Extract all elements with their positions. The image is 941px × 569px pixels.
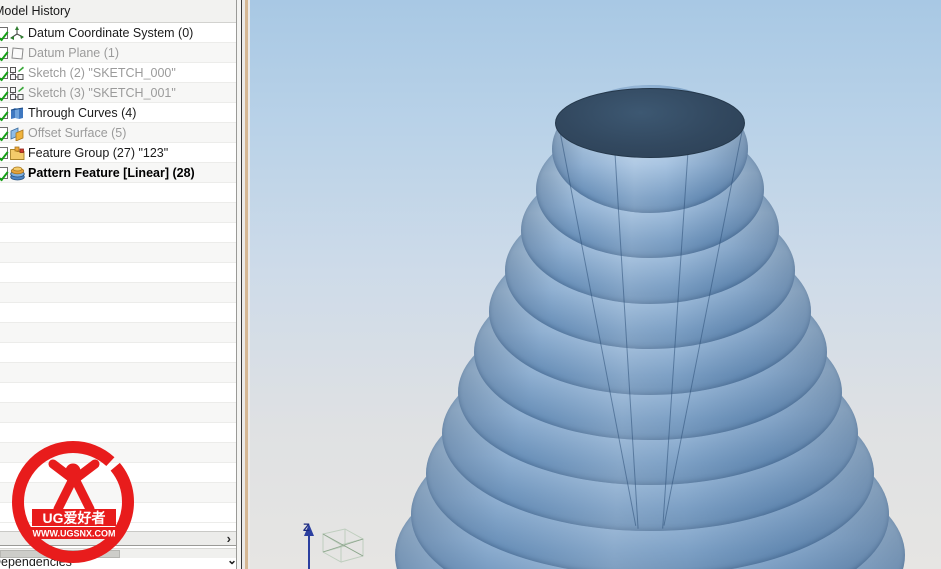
horizontal-scrollbar-thumb[interactable]: [0, 550, 120, 558]
feature-group-icon: [10, 146, 25, 161]
pattern-feature-icon: [10, 166, 25, 181]
cone-top-opening: [555, 88, 745, 158]
datum-coordinate-system-icon: [10, 26, 25, 41]
tree-empty-row: [0, 223, 241, 243]
tree-row[interactable]: Offset Surface (5): [0, 123, 241, 143]
part-navigator-panel: Model History Datum Coordinate System (0…: [0, 0, 241, 569]
row-checkbox[interactable]: [0, 27, 8, 39]
model-history-tree[interactable]: Datum Coordinate System (0) Datum Plane (…: [0, 23, 241, 531]
tree-empty-row: [0, 203, 241, 223]
row-checkbox[interactable]: [0, 107, 8, 119]
sketch-icon: [10, 86, 25, 101]
tree-row[interactable]: Through Curves (4): [0, 103, 241, 123]
tree-row-label: Sketch (3) "SKETCH_001": [28, 86, 176, 100]
tree-empty-row: [0, 183, 241, 203]
tree-row-label: Through Curves (4): [28, 106, 137, 120]
tree-empty-row: [0, 503, 241, 523]
tree-row-label: Feature Group (27) "123": [28, 146, 169, 160]
tree-empty-row: [0, 363, 241, 383]
model-history-header[interactable]: Model History: [0, 0, 241, 23]
row-checkbox[interactable]: [0, 127, 8, 139]
tree-row[interactable]: Pattern Feature [Linear] (28): [0, 163, 241, 183]
tree-row[interactable]: Sketch (2) "SKETCH_000": [0, 63, 241, 83]
tree-row[interactable]: Datum Plane (1): [0, 43, 241, 63]
tree-expand-bar[interactable]: ›: [0, 531, 236, 546]
tree-row[interactable]: Sketch (3) "SKETCH_001": [0, 83, 241, 103]
divider-accent-line: [245, 0, 248, 569]
sketch-icon: [10, 66, 25, 81]
row-checkbox[interactable]: [0, 67, 8, 79]
panel-divider[interactable]: [241, 0, 250, 569]
dependencies-label: Dependencies: [0, 559, 72, 569]
tree-empty-row: [0, 443, 241, 463]
tree-empty-row: [0, 323, 241, 343]
model-history-header-label: Model History: [0, 4, 71, 18]
tree-empty-row: [0, 303, 241, 323]
tree-empty-row: [0, 283, 241, 303]
horizontal-scrollbar[interactable]: [0, 548, 236, 558]
datum-plane-icon: [10, 46, 25, 61]
row-checkbox[interactable]: [0, 167, 8, 179]
tree-empty-row: [0, 263, 241, 283]
tree-empty-row: [0, 383, 241, 403]
tree-empty-row: [0, 463, 241, 483]
triad-label-z: Z: [303, 522, 310, 534]
tree-empty-row: [0, 243, 241, 263]
tree-empty-row: [0, 403, 241, 423]
row-checkbox[interactable]: [0, 87, 8, 99]
graphics-viewport[interactable]: Z Y X: [250, 0, 941, 569]
tree-row-label: Pattern Feature [Linear] (28): [28, 166, 195, 180]
row-checkbox[interactable]: [0, 147, 8, 159]
tree-empty-row: [0, 423, 241, 443]
dependencies-section-header[interactable]: Dependencies ⌄: [0, 559, 241, 569]
tree-empty-row: [0, 343, 241, 363]
tree-row[interactable]: Feature Group (27) "123": [0, 143, 241, 163]
application-window: Model History Datum Coordinate System (0…: [0, 0, 941, 569]
tree-row-label: Datum Coordinate System (0): [28, 26, 194, 40]
through-curves-icon: [10, 106, 25, 121]
divider-dark-line: [241, 0, 242, 569]
tree-row[interactable]: Datum Coordinate System (0): [0, 23, 241, 43]
chevron-right-icon[interactable]: ›: [227, 531, 231, 546]
tree-empty-row: [0, 483, 241, 503]
tree-row-label: Sketch (2) "SKETCH_000": [28, 66, 176, 80]
offset-surface-icon: [10, 126, 25, 142]
row-checkbox[interactable]: [0, 47, 8, 59]
patterned-cone-model[interactable]: [395, 85, 905, 569]
tree-row-label: Offset Surface (5): [28, 126, 127, 140]
view-orientation-triad: Z: [303, 522, 365, 569]
tree-row-label: Datum Plane (1): [28, 46, 120, 60]
